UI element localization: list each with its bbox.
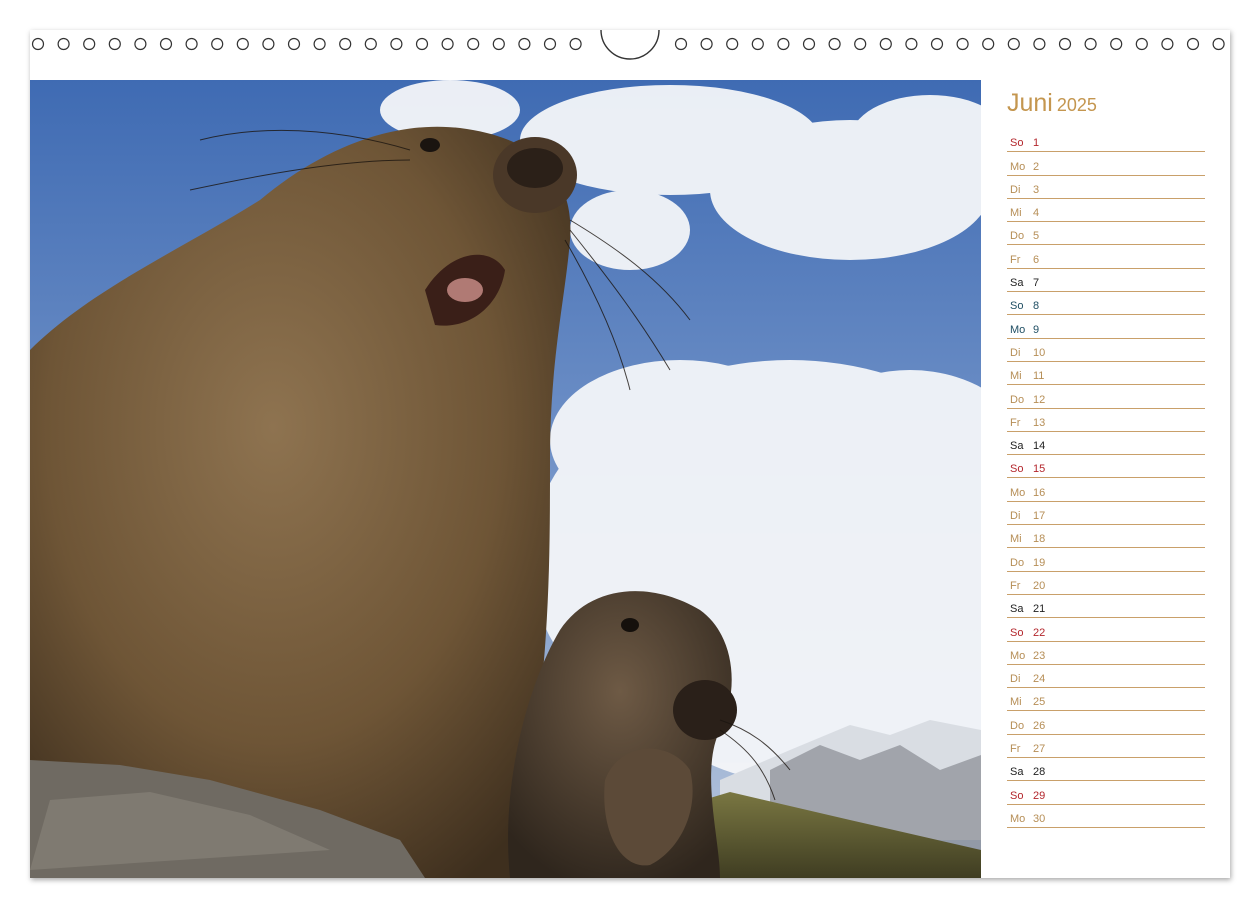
day-number: 2 bbox=[1033, 160, 1040, 173]
weekday-label: So bbox=[1010, 626, 1024, 639]
day-number: 24 bbox=[1033, 673, 1046, 686]
day-row: Di 3 bbox=[1007, 177, 1205, 199]
day-row: Mi 11 bbox=[1007, 363, 1205, 386]
day-row: Do 12 bbox=[1007, 386, 1205, 409]
day-number: 3 bbox=[1033, 183, 1040, 196]
weekday-label: Sa bbox=[1010, 766, 1024, 779]
day-number: 27 bbox=[1033, 743, 1046, 756]
year: 2025 bbox=[1056, 95, 1097, 115]
day-row: Sa 14 bbox=[1007, 433, 1205, 456]
weekday-label: Mo bbox=[1010, 160, 1026, 173]
day-number: 25 bbox=[1033, 696, 1046, 709]
day-number: 22 bbox=[1033, 626, 1046, 639]
day-row: Di 24 bbox=[1007, 666, 1205, 689]
day-number: 7 bbox=[1033, 277, 1040, 290]
day-row: Mo 2 bbox=[1007, 153, 1205, 176]
day-row: So 1 bbox=[1007, 130, 1205, 153]
day-number: 5 bbox=[1033, 230, 1040, 243]
day-row: Sa 21 bbox=[1007, 596, 1205, 619]
day-row: Mo 23 bbox=[1007, 643, 1205, 665]
day-row: Sa 28 bbox=[1007, 759, 1205, 782]
day-number: 29 bbox=[1033, 789, 1046, 802]
weekday-label: Mo bbox=[1010, 812, 1026, 825]
day-number: 9 bbox=[1033, 323, 1040, 336]
day-number: 14 bbox=[1033, 440, 1046, 453]
day-row: Mo 9 bbox=[1007, 316, 1205, 339]
weekday-label: Mi bbox=[1010, 370, 1022, 383]
weekday-label: Do bbox=[1010, 230, 1025, 243]
weekday-label: Sa bbox=[1010, 440, 1024, 453]
weekday-label: Mo bbox=[1010, 486, 1026, 499]
day-row: Di 10 bbox=[1007, 340, 1205, 362]
day-row: Sa 7 bbox=[1007, 270, 1205, 293]
weekday-label: Fr bbox=[1010, 743, 1021, 756]
weekday-label: Do bbox=[1010, 393, 1025, 406]
weekday-label: So bbox=[1010, 789, 1024, 802]
day-row: Mi 18 bbox=[1007, 526, 1205, 549]
day-number: 21 bbox=[1033, 603, 1046, 616]
day-number: 13 bbox=[1033, 416, 1046, 429]
day-row: Fr 13 bbox=[1007, 410, 1205, 432]
day-row: Fr 20 bbox=[1007, 573, 1205, 595]
weekday-label: Mi bbox=[1010, 696, 1022, 709]
day-number: 1 bbox=[1033, 137, 1040, 150]
day-number: 18 bbox=[1033, 533, 1046, 546]
weekday-label: Mo bbox=[1010, 323, 1026, 336]
day-row: Fr 6 bbox=[1007, 246, 1205, 269]
day-row: Do 26 bbox=[1007, 712, 1205, 735]
day-list: So 1 Mo 2 Di 3 Mi 4 Do 5 Fr 6 Sa 7 So 8 Mo 9 Di 10 Mi 11 Do 12 F… bbox=[1007, 130, 1205, 828]
month-title: Juni 2025 bbox=[1007, 84, 1205, 130]
day-number: 11 bbox=[1033, 370, 1045, 383]
day-number: 15 bbox=[1033, 463, 1046, 476]
day-number: 30 bbox=[1033, 812, 1046, 825]
weekday-label: Mi bbox=[1010, 207, 1022, 220]
day-number: 4 bbox=[1033, 207, 1040, 220]
weekday-label: Fr bbox=[1010, 579, 1021, 592]
weekday-label: Fr bbox=[1010, 253, 1021, 266]
day-number: 17 bbox=[1033, 510, 1046, 523]
weekday-label: Di bbox=[1010, 510, 1021, 523]
day-row: Do 5 bbox=[1007, 223, 1205, 246]
day-row: So 8 bbox=[1007, 293, 1205, 316]
day-row: Mo 16 bbox=[1007, 479, 1205, 502]
day-number: 20 bbox=[1033, 579, 1046, 592]
day-row: So 22 bbox=[1007, 619, 1205, 642]
weekday-label: Sa bbox=[1010, 603, 1024, 616]
day-number: 6 bbox=[1033, 253, 1040, 266]
day-number: 26 bbox=[1033, 719, 1046, 732]
month-name: Juni bbox=[1007, 89, 1053, 117]
day-number: 8 bbox=[1033, 300, 1040, 313]
weekday-label: Mi bbox=[1010, 533, 1022, 546]
weekday-label: Fr bbox=[1010, 416, 1021, 429]
day-row: Fr 27 bbox=[1007, 736, 1205, 759]
marmot-photo bbox=[30, 80, 981, 878]
day-number: 16 bbox=[1033, 486, 1046, 499]
month-calendar: Juni 2025 So 1 Mo 2 Di 3 Mi 4 Do 5 Fr 6 Sa 7 So 8 Mo 9 Di 10… bbox=[1007, 84, 1205, 829]
weekday-label: So bbox=[1010, 300, 1024, 313]
weekday-label: Mo bbox=[1010, 649, 1026, 662]
day-number: 23 bbox=[1033, 649, 1046, 662]
day-row: So 15 bbox=[1007, 456, 1205, 479]
weekday-label: So bbox=[1010, 463, 1024, 476]
day-row: Do 19 bbox=[1007, 549, 1205, 572]
day-row: Mi 25 bbox=[1007, 689, 1205, 712]
weekday-label: Di bbox=[1010, 183, 1021, 196]
day-number: 28 bbox=[1033, 766, 1046, 779]
weekday-label: Di bbox=[1010, 346, 1021, 359]
day-number: 12 bbox=[1033, 393, 1046, 406]
day-row: So 29 bbox=[1007, 782, 1205, 805]
day-row: Mi 4 bbox=[1007, 200, 1205, 223]
weekday-label: Di bbox=[1010, 673, 1021, 686]
day-row: Mo 30 bbox=[1007, 806, 1205, 828]
weekday-label: So bbox=[1010, 137, 1024, 150]
day-number: 10 bbox=[1033, 346, 1046, 359]
day-row: Di 17 bbox=[1007, 503, 1205, 526]
weekday-label: Sa bbox=[1010, 277, 1024, 290]
day-number: 19 bbox=[1033, 556, 1046, 569]
weekday-label: Do bbox=[1010, 719, 1025, 732]
weekday-label: Do bbox=[1010, 556, 1025, 569]
